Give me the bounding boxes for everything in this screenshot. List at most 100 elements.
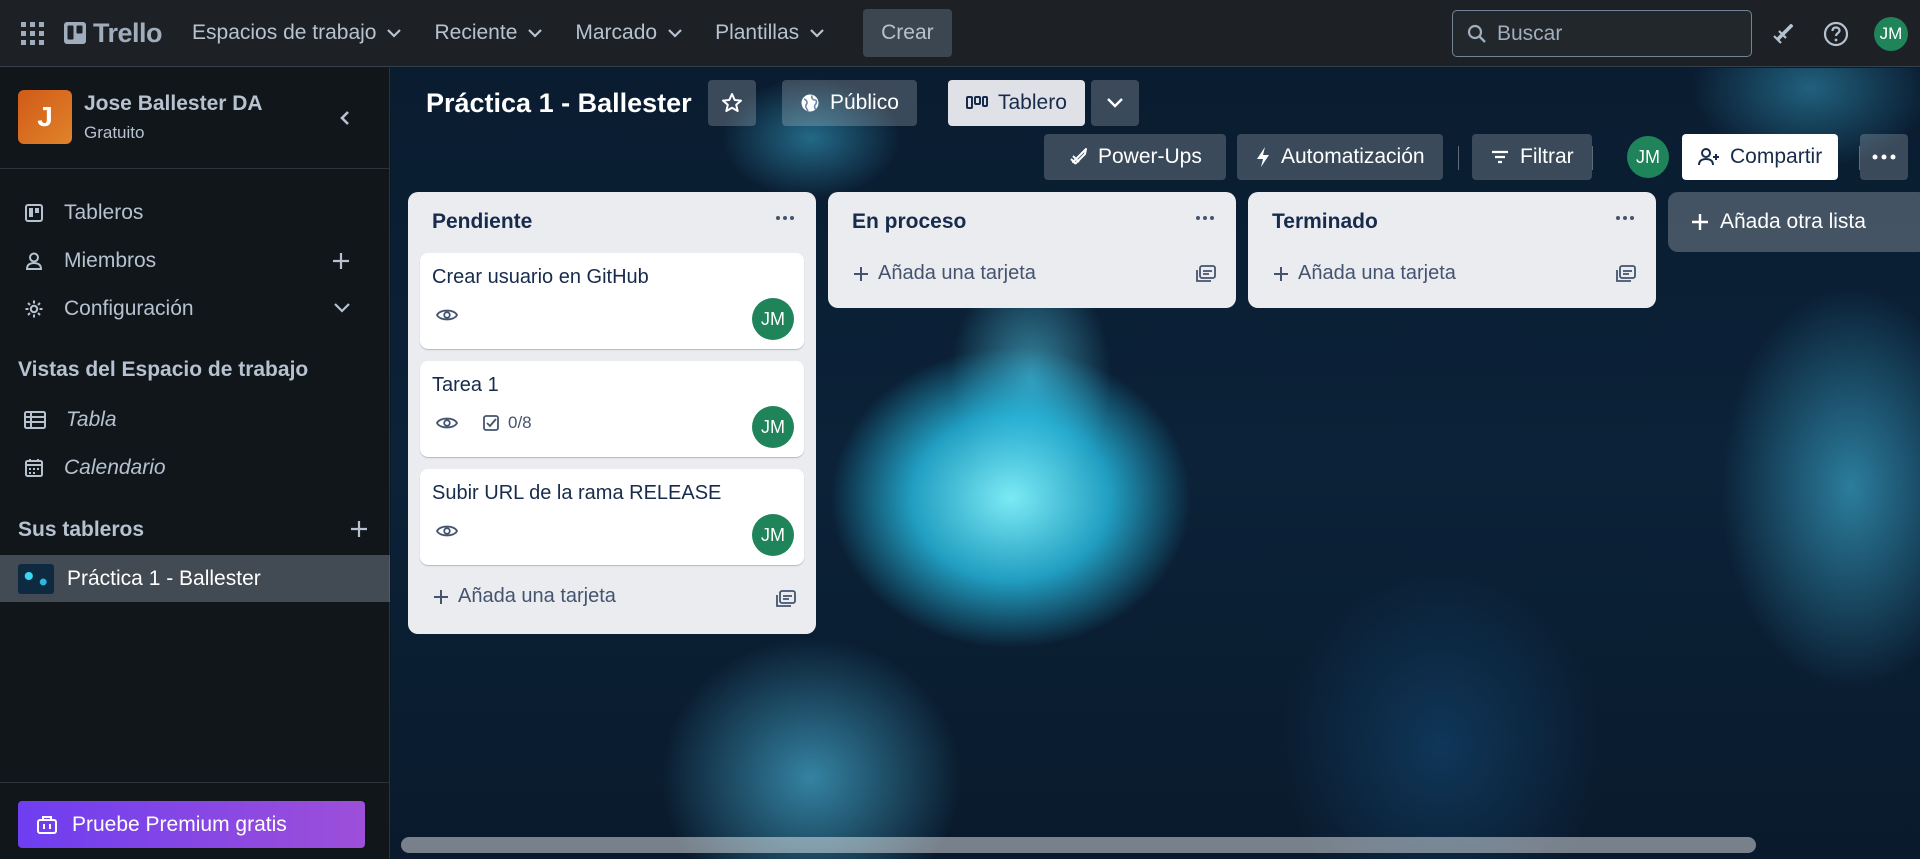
filter-icon bbox=[1492, 150, 1508, 164]
menu-templates[interactable]: Plantillas bbox=[699, 9, 841, 57]
card[interactable]: Subir URL de la rama RELEASE JM bbox=[420, 469, 804, 565]
list-column: Pendiente Crear usuario en GitHub JM Tar… bbox=[408, 192, 816, 634]
checklist-count: 0/8 bbox=[508, 413, 532, 432]
horizontal-scrollbar[interactable] bbox=[401, 837, 1756, 853]
board-thumbnail bbox=[18, 563, 54, 594]
sidebar: J Jose Ballester DA Gratuito Tableros Mi… bbox=[0, 68, 390, 859]
plus-icon bbox=[1274, 266, 1288, 281]
more-dots-icon bbox=[1872, 154, 1896, 160]
card-template-icon[interactable] bbox=[776, 590, 796, 608]
add-list-button[interactable]: Añada otra lista bbox=[1668, 192, 1920, 252]
chevron-down-icon[interactable] bbox=[332, 302, 352, 314]
add-list-label: Añada otra lista bbox=[1720, 210, 1866, 233]
workspace-name[interactable]: Jose Ballester DA bbox=[84, 92, 263, 116]
list-menu-button[interactable] bbox=[770, 206, 800, 230]
help-icon[interactable] bbox=[1821, 19, 1851, 49]
visibility-label: Público bbox=[830, 91, 899, 114]
try-premium-button[interactable]: Pruebe Premium gratis bbox=[18, 801, 365, 848]
sidebar-item-settings[interactable]: Configuración bbox=[0, 286, 390, 332]
list-title[interactable]: Pendiente bbox=[432, 210, 532, 234]
trello-logo[interactable]: Trello bbox=[64, 18, 163, 49]
card-member-avatar[interactable]: JM bbox=[752, 406, 794, 448]
sidebar-item-boards[interactable]: Tableros bbox=[0, 190, 390, 236]
sidebar-board-item[interactable]: Práctica 1 - Ballester bbox=[0, 555, 390, 602]
card-title: Subir URL de la rama RELEASE bbox=[432, 482, 722, 504]
board-menu-button[interactable] bbox=[1860, 134, 1908, 180]
sidebar-item-label: Configuración bbox=[64, 297, 194, 320]
filter-label: Filtrar bbox=[1520, 145, 1574, 168]
board-view-label: Tablero bbox=[998, 91, 1067, 114]
list-title[interactable]: En proceso bbox=[852, 210, 966, 234]
notifications-megaphone-icon[interactable] bbox=[1768, 19, 1798, 49]
chevron-down-icon bbox=[810, 29, 824, 38]
add-card-button[interactable]: Añada una tarjeta bbox=[1272, 262, 1456, 285]
board-view-icon bbox=[966, 96, 988, 109]
visibility-button[interactable]: Público bbox=[782, 80, 917, 126]
eye-icon bbox=[436, 525, 458, 537]
add-card-button[interactable]: Añada una tarjeta bbox=[852, 262, 1036, 285]
your-boards-heading: Sus tableros bbox=[18, 518, 145, 541]
filter-button[interactable]: Filtrar bbox=[1472, 134, 1592, 180]
search-icon bbox=[1467, 24, 1486, 43]
sidebar-divider bbox=[0, 782, 390, 783]
checklist-icon bbox=[483, 415, 499, 431]
board-member-avatar[interactable]: JM bbox=[1627, 136, 1669, 178]
add-member-plus-icon[interactable] bbox=[330, 250, 352, 272]
sidebar-item-table-view[interactable]: Tabla bbox=[0, 397, 390, 443]
views-dropdown-button[interactable] bbox=[1091, 80, 1139, 126]
chevron-down-icon bbox=[528, 29, 543, 38]
share-label: Compartir bbox=[1730, 145, 1823, 168]
menu-starred[interactable]: Marcado bbox=[559, 9, 699, 57]
list-menu-button[interactable] bbox=[1190, 206, 1220, 230]
star-board-button[interactable] bbox=[708, 80, 756, 126]
power-ups-button[interactable]: Power-Ups bbox=[1044, 134, 1226, 180]
card-member-avatar[interactable]: JM bbox=[752, 298, 794, 340]
card[interactable]: Tarea 1 0/8 JM bbox=[420, 361, 804, 457]
table-icon bbox=[24, 411, 46, 429]
share-button[interactable]: Compartir bbox=[1682, 134, 1839, 180]
sidebar-item-calendar-view[interactable]: Calendario bbox=[0, 445, 390, 491]
plus-icon bbox=[1692, 214, 1708, 230]
person-icon bbox=[25, 252, 43, 270]
workspace-plan: Gratuito bbox=[84, 123, 145, 142]
create-button[interactable]: Crear bbox=[863, 9, 952, 57]
list-menu-button[interactable] bbox=[1610, 206, 1640, 230]
chevron-down-icon bbox=[387, 29, 402, 38]
board-title[interactable]: Práctica 1 - Ballester bbox=[426, 88, 692, 119]
board-view-button[interactable]: Tablero bbox=[948, 80, 1085, 126]
sidebar-item-members[interactable]: Miembros bbox=[0, 238, 390, 284]
automation-button[interactable]: Automatización bbox=[1237, 134, 1443, 180]
menu-recent[interactable]: Reciente bbox=[418, 9, 559, 57]
search-placeholder: Buscar bbox=[1497, 21, 1563, 45]
list-title[interactable]: Terminado bbox=[1272, 210, 1378, 234]
menu-starred-label: Marcado bbox=[575, 21, 658, 44]
plus-icon bbox=[434, 589, 448, 604]
eye-icon bbox=[436, 417, 458, 429]
app-switcher-icon[interactable] bbox=[18, 19, 46, 47]
power-ups-label: Power-Ups bbox=[1098, 145, 1202, 168]
header-divider bbox=[1592, 146, 1593, 170]
menu-workspaces[interactable]: Espacios de trabajo bbox=[176, 9, 418, 57]
card-checklist-badge: 0/8 bbox=[482, 413, 532, 433]
search-input[interactable]: Buscar bbox=[1452, 10, 1752, 57]
lightning-icon bbox=[1257, 147, 1269, 167]
add-card-label: Añada una tarjeta bbox=[1298, 262, 1456, 284]
workspace-header: J Jose Ballester DA Gratuito bbox=[0, 68, 390, 169]
header-divider bbox=[1458, 146, 1459, 170]
premium-briefcase-icon bbox=[37, 815, 57, 834]
sidebar-item-label: Tableros bbox=[64, 201, 144, 224]
star-icon bbox=[722, 93, 742, 112]
top-navigation: Trello Espacios de trabajo Reciente Marc… bbox=[0, 0, 1920, 67]
card-template-icon[interactable] bbox=[1196, 265, 1216, 283]
user-avatar[interactable]: JM bbox=[1874, 17, 1908, 51]
add-board-plus-icon[interactable] bbox=[348, 518, 370, 540]
sidebar-item-label: Calendario bbox=[64, 456, 166, 479]
card-member-avatar[interactable]: JM bbox=[752, 514, 794, 556]
menu-recent-label: Reciente bbox=[434, 21, 518, 44]
card[interactable]: Crear usuario en GitHub JM bbox=[420, 253, 804, 349]
collapse-sidebar-button[interactable] bbox=[325, 98, 365, 138]
card-template-icon[interactable] bbox=[1616, 265, 1636, 283]
sidebar-item-label: Miembros bbox=[64, 249, 157, 272]
automation-label: Automatización bbox=[1281, 145, 1425, 168]
add-card-button[interactable]: Añada una tarjeta bbox=[432, 585, 616, 608]
